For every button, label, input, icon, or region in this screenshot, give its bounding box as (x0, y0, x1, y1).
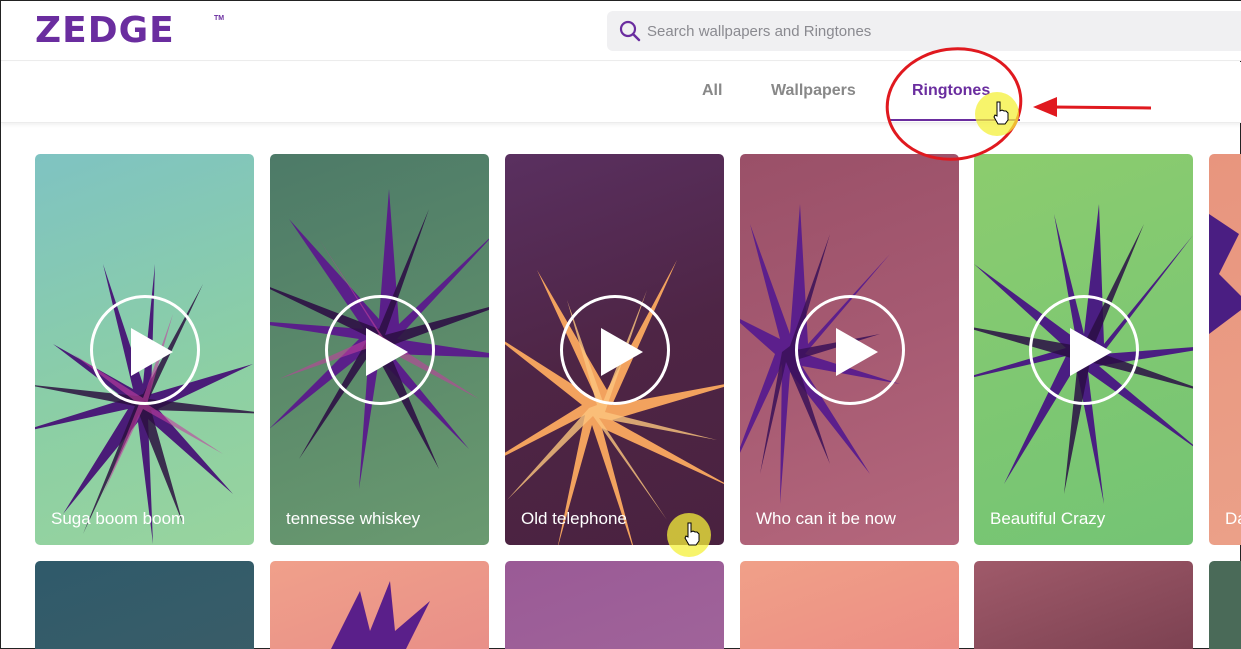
play-button[interactable] (90, 295, 200, 405)
tab-ringtones[interactable]: Ringtones (912, 82, 990, 100)
waveform-art (331, 581, 430, 649)
header: ZEDGE TM (1, 1, 1241, 61)
ringtone-card[interactable]: Who can it be now (740, 154, 959, 545)
ringtone-card[interactable]: Beautiful Crazy (974, 154, 1193, 545)
ringtone-title: Da (1225, 509, 1241, 528)
ringtone-card[interactable] (270, 561, 489, 649)
active-tab-indicator (890, 119, 1020, 121)
ringtone-title: Who can it be now (756, 509, 896, 528)
category-tabs: All Wallpapers Ringtones (1, 62, 1241, 123)
ringtone-card[interactable] (505, 561, 724, 649)
ringtone-card[interactable]: tennesse whiskey (270, 154, 489, 545)
ringtone-title: tennesse whiskey (286, 509, 421, 528)
ringtone-card[interactable]: Da (1209, 154, 1241, 545)
ringtone-title: Suga boom boom (51, 509, 186, 528)
ringtone-card[interactable] (974, 561, 1193, 649)
search-input[interactable] (647, 11, 1227, 51)
ringtone-card[interactable]: Old telephone (505, 154, 724, 545)
play-button[interactable] (1029, 295, 1139, 405)
ringtone-card[interactable] (740, 561, 959, 649)
ringtone-card[interactable] (1209, 561, 1241, 649)
ringtone-grid: Suga boom boom tennesse whiskey Old tele… (1, 123, 1241, 649)
tab-wallpapers[interactable]: Wallpapers (771, 82, 856, 100)
ringtone-title: Beautiful Crazy (990, 509, 1106, 528)
waveform-art (1209, 214, 1241, 334)
play-button[interactable] (325, 295, 435, 405)
logo-trademark: TM (214, 15, 225, 22)
search-icon[interactable] (619, 20, 641, 42)
ringtone-card[interactable] (35, 561, 254, 649)
play-button[interactable] (560, 295, 670, 405)
ringtone-title: Old telephone (521, 509, 627, 528)
zedge-logo[interactable]: ZEDGE (35, 11, 175, 51)
tab-all[interactable]: All (702, 82, 722, 100)
search-bar[interactable] (607, 11, 1241, 51)
play-button[interactable] (795, 295, 905, 405)
ringtone-card[interactable]: Suga boom boom (35, 154, 254, 545)
